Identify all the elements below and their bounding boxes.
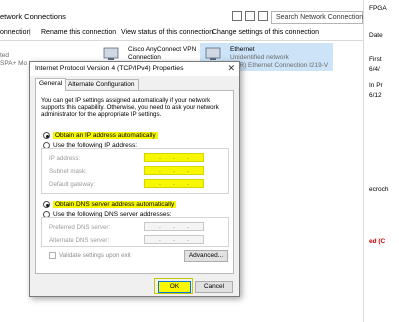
window-title: etwork Connections xyxy=(0,12,66,21)
description-text: You can get IP settings assigned automat… xyxy=(41,97,219,118)
radio-selected-icon xyxy=(43,132,50,139)
ip-address-field[interactable]: ... xyxy=(144,153,204,162)
default-gateway-label: Default gateway: xyxy=(49,181,96,188)
subnet-mask-field[interactable]: ... xyxy=(144,166,204,175)
obtain-dns-auto-radio[interactable]: Obtain DNS server address automatically xyxy=(43,201,177,208)
adapter-item-mobile[interactable]: ted SPA+ Mo xyxy=(0,52,27,68)
dialog-title: Internet Protocol Version 4 (TCP/IPv4) P… xyxy=(35,65,184,72)
right-pane-text: First xyxy=(369,56,382,63)
close-icon[interactable]: ✕ xyxy=(227,63,235,74)
toolbar-item-view-status[interactable]: View status of this connection xyxy=(121,29,213,36)
adapter-status: ted xyxy=(0,52,10,59)
alternate-dns-field[interactable]: ... xyxy=(144,235,204,244)
ipv4-properties-dialog: Internet Protocol Version 4 (TCP/IPv4) P… xyxy=(29,61,240,297)
checkbox-icon xyxy=(49,252,56,259)
validate-settings-label: Validate settings upon exit xyxy=(59,252,131,259)
advanced-button[interactable]: Advanced... xyxy=(184,250,228,262)
toolbar-item-rename[interactable]: Rename this connection xyxy=(41,29,116,36)
dialog-titlebar: Internet Protocol Version 4 (TCP/IPv4) P… xyxy=(30,62,239,76)
search-input[interactable]: Search Network Connections xyxy=(271,11,367,24)
toolbar-item-connection[interactable]: onnection xyxy=(0,29,30,36)
obtain-ip-auto-label: Obtain an IP address automatically xyxy=(53,132,158,139)
adapter-device: SPA+ Mo xyxy=(0,60,28,67)
right-pane-text: ecroch xyxy=(369,186,389,193)
preferred-dns-field[interactable]: ... xyxy=(144,222,204,231)
obtain-ip-auto-radio[interactable]: Obtain an IP address automatically xyxy=(43,132,158,139)
adapter-name: Ethernet xyxy=(230,46,255,53)
right-pane-text: Date xyxy=(369,32,383,39)
explorer-titlebar: etwork Connections Search Network Connec… xyxy=(0,0,367,24)
address-dropdown-button[interactable] xyxy=(258,11,268,21)
ethernet-adapter-icon xyxy=(205,47,221,60)
preferred-dns-label: Preferred DNS server: xyxy=(49,224,111,231)
radio-selected-icon xyxy=(43,201,50,208)
adapter-device: rel(R) Ethernet Connection I219-V xyxy=(230,62,329,69)
ok-highlight-outline xyxy=(154,278,193,294)
toolbar-item-change-settings[interactable]: Change settings of this connection xyxy=(212,29,319,36)
adapter-status: Unidentified network xyxy=(230,54,289,61)
right-pane-text: 6/12 xyxy=(369,92,382,99)
cancel-button[interactable]: Cancel xyxy=(195,281,233,293)
tab-general[interactable]: General xyxy=(35,78,67,91)
search-placeholder: Search Network Connections xyxy=(276,14,367,21)
minimize-button[interactable] xyxy=(232,11,242,21)
subnet-mask-label: Subnet mask: xyxy=(49,168,87,175)
validate-settings-checkbox[interactable]: Validate settings upon exit xyxy=(49,252,131,259)
background-window-pane: FPGA Date First 6/4/ In Pr 6/12 ecroch e… xyxy=(363,0,399,322)
right-pane-text: In Pr xyxy=(369,82,383,89)
refresh-button[interactable] xyxy=(245,11,255,21)
right-pane-text: FPGA xyxy=(369,5,387,12)
alternate-dns-label: Alternate DNS server: xyxy=(49,237,110,244)
toolbar-separator: | xyxy=(29,29,31,36)
obtain-dns-auto-label: Obtain DNS server address automatically xyxy=(53,201,177,208)
right-pane-text: 6/4/ xyxy=(369,66,380,73)
network-adapter-icon xyxy=(103,47,119,60)
ip-address-label: IP address: xyxy=(49,155,81,162)
command-bar: onnection | Rename this connection View … xyxy=(0,26,363,41)
general-tab-panel: You can get IP settings assigned automat… xyxy=(35,90,234,274)
adapter-name: Cisco AnyConnect VPN xyxy=(128,46,197,53)
adapter-item-ethernet[interactable]: Ethernet Unidentified network rel(R) Eth… xyxy=(230,46,328,70)
default-gateway-field[interactable]: ... xyxy=(144,179,204,188)
right-pane-text: ed (C xyxy=(369,238,386,245)
